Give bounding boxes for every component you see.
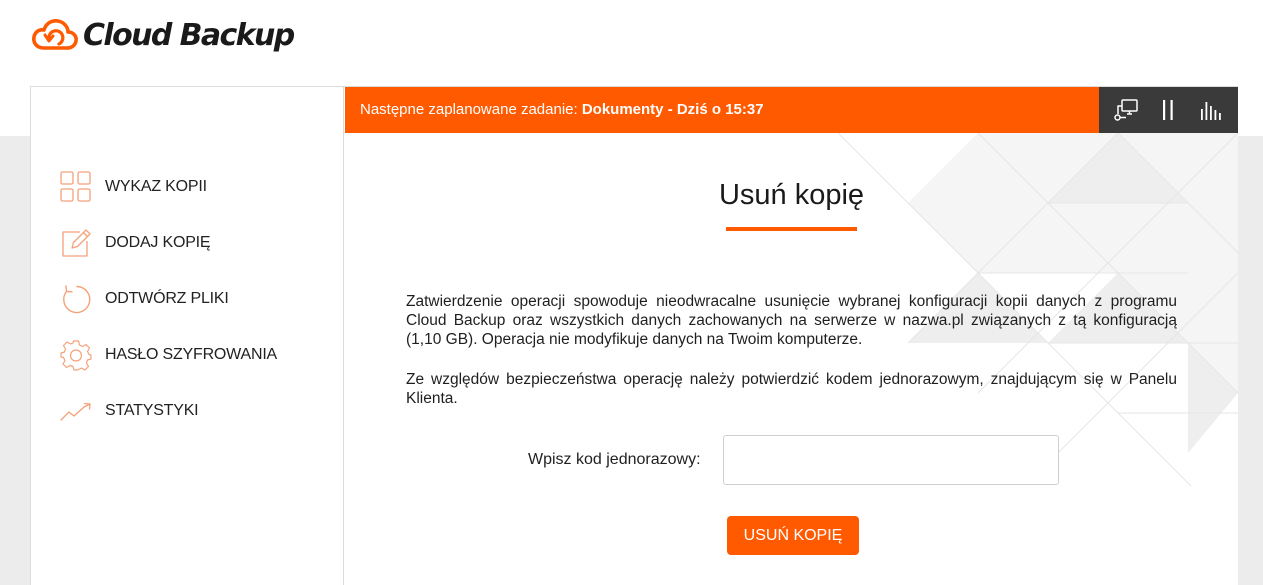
next-task-name: Dokumenty - Dziś o 15:37 [581, 101, 764, 118]
bar-chart-icon[interactable] [1196, 95, 1226, 125]
grid-icon [60, 171, 92, 203]
sidebar-item-wykaz-kopii[interactable]: WYKAZ KOPII [60, 170, 207, 204]
sidebar-item-dodaj-kopie[interactable]: DODAJ KOPIĘ [60, 226, 211, 260]
sidebar-item-odtworz-pliki[interactable]: ODTWÓRZ PLIKI [60, 282, 229, 316]
computer-network-icon[interactable] [1111, 95, 1141, 125]
topbar-actions [1099, 87, 1238, 133]
pause-icon[interactable] [1153, 95, 1183, 125]
sidebar-item-statystyki[interactable]: STATYSTYKI [60, 394, 199, 428]
main-panel: Następne zaplanowane zadanie: Dokumenty … [345, 87, 1238, 585]
restore-icon [60, 283, 92, 315]
topbar: Następne zaplanowane zadanie: Dokumenty … [345, 87, 1238, 133]
next-task-label: Następne zaplanowane zadanie: [360, 101, 582, 118]
app-frame: WYKAZ KOPII DODAJ KOPIĘ ODTWÓRZ PLIKI HA… [30, 86, 1238, 585]
gear-icon [60, 339, 92, 371]
one-time-code-input[interactable] [723, 435, 1059, 485]
sidebar-item-label: STATYSTYKI [105, 402, 199, 419]
code-label: Wpisz kod jednorazowy: [528, 451, 701, 468]
delete-backup-button[interactable]: USUŃ KOPIĘ [727, 516, 859, 555]
logo-text: Cloud Backup [83, 17, 295, 53]
chart-line-icon [60, 395, 92, 427]
title-underline [726, 227, 857, 231]
warning-paragraph: Zatwierdzenie operacji spowoduje nieodwr… [406, 293, 1177, 348]
page-title: Usuń kopię [718, 179, 865, 211]
logo: Cloud Backup [30, 12, 295, 58]
cloud-logo-icon [32, 19, 78, 50]
sidebar-item-label: DODAJ KOPIĘ [105, 234, 211, 251]
sidebar-item-haslo-szyfrowania[interactable]: HASŁO SZYFROWANIA [60, 338, 277, 372]
security-paragraph: Ze względów bezpieczeństwa operację nale… [406, 371, 1177, 407]
sidebar: WYKAZ KOPII DODAJ KOPIĘ ODTWÓRZ PLIKI HA… [31, 87, 344, 585]
sidebar-item-label: WYKAZ KOPII [105, 178, 207, 195]
edit-icon [60, 227, 92, 259]
next-task-info: Następne zaplanowane zadanie: Dokumenty … [360, 87, 764, 133]
sidebar-item-label: HASŁO SZYFROWANIA [105, 346, 278, 363]
sidebar-item-label: ODTWÓRZ PLIKI [105, 290, 229, 307]
